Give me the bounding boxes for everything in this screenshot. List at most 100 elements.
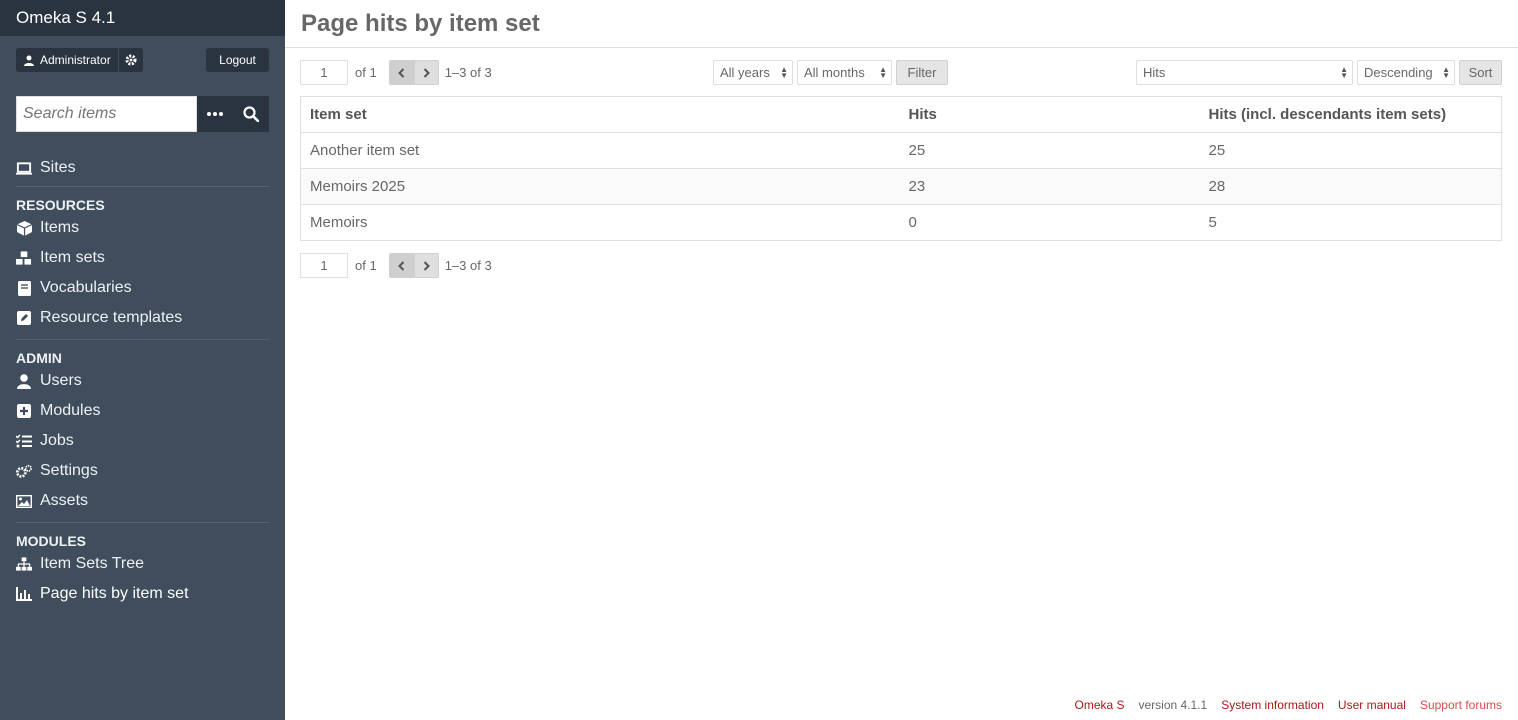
nav-item-sites[interactable]: Sites: [16, 156, 269, 180]
table-header-row: Item set Hits Hits (incl. descendants it…: [300, 96, 1502, 133]
section-modules: MODULES: [16, 533, 86, 549]
page-count-label: of 1: [355, 65, 377, 80]
chevron-left-icon: [397, 67, 404, 78]
page-number-input[interactable]: [300, 253, 348, 278]
nav-label: Resource templates: [40, 309, 183, 326]
column-header-hits-descendants: Hits (incl. descendants item sets): [1199, 96, 1502, 133]
search-input[interactable]: [16, 96, 197, 132]
page-header: Page hits by item set: [285, 0, 1518, 48]
cell-hits-descendants: 28: [1199, 168, 1502, 205]
select-arrows-icon: ▲ ▼: [780, 64, 788, 80]
year-select[interactable]: All years ▲ ▼: [713, 60, 793, 85]
nav-label: Sites: [40, 159, 76, 176]
nav-label: Assets: [40, 492, 89, 509]
next-page-button[interactable]: [413, 60, 439, 85]
cell-item-set: Another item set: [300, 132, 900, 169]
nav-item-item-sets[interactable]: Item sets: [16, 243, 269, 273]
sort-order-value: Descending: [1364, 65, 1433, 80]
table-row: Memoirs 2025 23 28: [300, 168, 1502, 205]
nav-item-vocabularies[interactable]: Vocabularies: [16, 273, 269, 303]
cell-item-set: Memoirs 2025: [300, 168, 900, 205]
nav-label: Jobs: [40, 432, 74, 449]
user-settings-button[interactable]: [119, 48, 143, 72]
list-check-icon: [16, 433, 32, 449]
browse-controls: of 1 1–3 of 3 All years ▲▼ All months ▲▼…: [300, 60, 1502, 85]
page-number-input[interactable]: [300, 60, 348, 85]
pagination-top: of 1 1–3 of 3: [300, 60, 492, 85]
cell-hits-descendants: 5: [1199, 204, 1502, 241]
nav-item-assets[interactable]: Assets: [16, 486, 269, 516]
sort-button[interactable]: Sort: [1459, 60, 1502, 85]
cell-hits: 25: [899, 132, 1200, 169]
month-select-value: All months: [804, 65, 865, 80]
main-content: Page hits by item set of 1 1–3 of 3 All …: [285, 0, 1518, 720]
nav-item-jobs[interactable]: Jobs: [16, 426, 269, 456]
chevron-left-icon: [397, 260, 404, 271]
user-manual-link[interactable]: User manual: [1338, 698, 1406, 712]
sort-order-select[interactable]: Descending ▲ ▼: [1357, 60, 1455, 85]
user-icon: [16, 373, 32, 389]
image-icon: [16, 493, 32, 509]
cell-item-set: Memoirs: [300, 204, 900, 241]
search-submit-button[interactable]: [233, 96, 269, 132]
next-page-button[interactable]: [413, 253, 439, 278]
table-row: Memoirs 0 5: [300, 204, 1502, 241]
nav-label: Modules: [40, 402, 101, 419]
laptop-icon: [16, 160, 32, 176]
column-header-item-set: Item set: [300, 96, 900, 133]
nav-label: Settings: [40, 462, 98, 479]
sidebar: Omeka S 4.1 Administrator Logout Sites R…: [0, 0, 285, 720]
previous-page-button[interactable]: [388, 253, 414, 278]
sort-by-select[interactable]: Hits ▲ ▼: [1136, 60, 1353, 85]
search-icon: [243, 106, 259, 122]
nav-item-page-hits[interactable]: Page hits by item set: [16, 579, 269, 609]
ellipsis-icon: [207, 112, 223, 116]
user-icon: [24, 55, 34, 66]
nav-item-modules[interactable]: Modules: [16, 396, 269, 426]
nav-item-items[interactable]: Items: [16, 213, 269, 243]
previous-page-button[interactable]: [388, 60, 414, 85]
system-information-link[interactable]: System information: [1221, 698, 1324, 712]
filter-button[interactable]: Filter: [896, 60, 948, 85]
chart-bar-icon: [16, 586, 32, 602]
sitemap-icon: [16, 556, 32, 572]
select-arrows-icon: ▲ ▼: [1442, 64, 1450, 80]
footer-version: version 4.1.1: [1138, 698, 1208, 712]
nav-label: Item sets: [40, 249, 105, 266]
nav-item-resource-templates[interactable]: Resource templates: [16, 303, 269, 333]
search-options-button[interactable]: [197, 96, 233, 132]
edit-icon: [16, 310, 32, 326]
user-bar: Administrator Logout: [16, 48, 269, 72]
cogs-icon: [16, 463, 32, 479]
app-title[interactable]: Omeka S 4.1: [0, 0, 285, 36]
user-button[interactable]: Administrator: [16, 48, 118, 72]
support-forums-link[interactable]: Support forums: [1420, 698, 1502, 712]
footer: Omeka S version 4.1.1 System information…: [1074, 698, 1502, 712]
select-arrows-icon: ▲ ▼: [1340, 64, 1348, 80]
nav-label: Vocabularies: [40, 279, 132, 296]
cube-icon: [16, 220, 32, 236]
nav-item-item-sets-tree[interactable]: Item Sets Tree: [16, 549, 269, 579]
pagination-bottom: of 1 1–3 of 3: [300, 253, 492, 278]
nav-item-users[interactable]: Users: [16, 366, 269, 396]
cell-hits: 0: [899, 204, 1200, 241]
page-count-label: of 1: [355, 258, 377, 273]
user-name: Administrator: [40, 53, 111, 67]
nav-label: Items: [40, 219, 80, 236]
plus-square-icon: [16, 403, 32, 419]
cubes-icon: [16, 250, 32, 266]
select-arrows-icon: ▲ ▼: [879, 64, 887, 80]
sort-by-value: Hits: [1143, 65, 1166, 80]
nav-label: Page hits by item set: [40, 585, 189, 602]
footer-brand-link[interactable]: Omeka S: [1074, 698, 1124, 712]
book-icon: [16, 280, 32, 296]
month-select[interactable]: All months ▲ ▼: [797, 60, 892, 85]
logout-button[interactable]: Logout: [206, 48, 269, 72]
nav-label: Item Sets Tree: [40, 555, 145, 572]
row-count: 1–3 of 3: [444, 65, 492, 80]
nav-item-settings[interactable]: Settings: [16, 456, 269, 486]
year-select-value: All years: [720, 65, 770, 80]
nav-label: Users: [40, 372, 82, 389]
section-admin: ADMIN: [16, 350, 62, 366]
main-nav: Sites RESOURCES Items Item sets Vocabula…: [16, 156, 269, 609]
